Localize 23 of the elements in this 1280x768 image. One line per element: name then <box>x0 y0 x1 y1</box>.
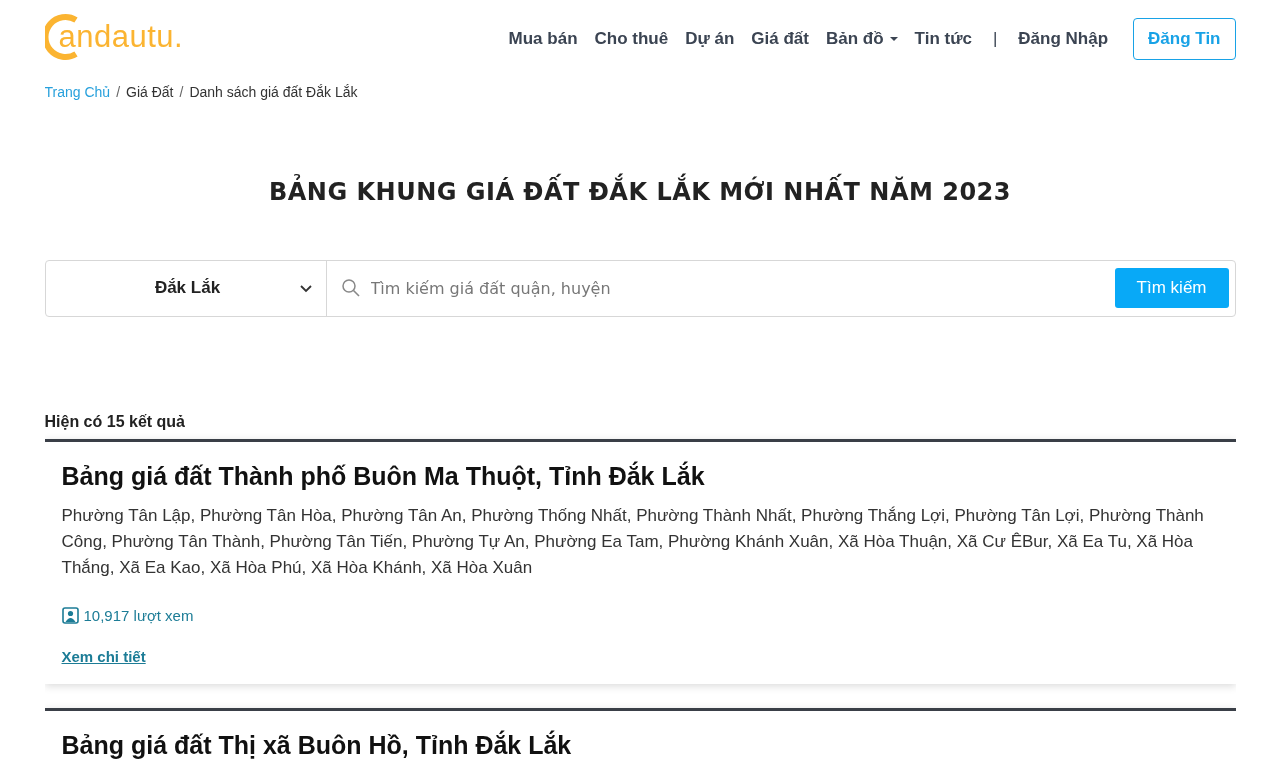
breadcrumb-item: Danh sách giá đất Đắk Lắk <box>189 84 358 100</box>
caret-icon <box>889 37 898 41</box>
nav-link[interactable]: Mua bán <box>508 29 578 49</box>
search-icon <box>340 278 361 299</box>
nav-link[interactable]: Bản đồ <box>825 29 898 49</box>
chevron-down-icon <box>299 284 312 293</box>
breadcrumb-item: Giá Đất <box>126 84 174 100</box>
nav-link[interactable]: Tin tức <box>914 29 972 49</box>
card-title[interactable]: Bảng giá đất Thành phố Buôn Ma Thuột, Tỉnh Đắk Lắk <box>61 461 1219 491</box>
breadcrumb-separator: / <box>179 84 184 100</box>
view-count: 10,917 lượt xem <box>83 606 194 624</box>
nav-link[interactable]: Giá đất <box>751 29 809 49</box>
card-description: Phường Tân Lập, Phường Tân Hòa, Phường Tân An, Phường Thống Nhất, Phường Thành Nhất, Phường Thắng Lợi, Phường Tân Lợi, Phường Thành Công, Phường Tân Thành, Phường Tân Tiến, Phường Tự An, Phường Ea Tam, Phường Khánh Xuân, Xã Hòa Thuận, Xã Cư ÊBur, Xã Ea Tu, Xã Hòa Thắng, Xã Ea Kao, Xã Hòa Phú, Xã Hòa Khánh, Xã Hòa Xuân <box>61 504 1205 579</box>
province-select[interactable]: Đắk Lắk <box>45 260 327 316</box>
card-title[interactable]: Bảng giá đất Thị xã Buôn Hồ, Tỉnh Đắk Lắk <box>61 730 1219 760</box>
viewer-icon <box>61 606 79 624</box>
login-link[interactable]: Đăng Nhập <box>1018 29 1109 49</box>
nav-link[interactable]: Cho thuê <box>594 29 669 49</box>
detail-link[interactable]: Xem chi tiết <box>61 647 146 665</box>
results-count: Hiện có 15 kết quả <box>44 412 186 432</box>
nav-link[interactable]: Dự án <box>685 29 735 49</box>
breadcrumb-separator: / <box>116 84 120 100</box>
nav-separator: | <box>992 29 998 49</box>
